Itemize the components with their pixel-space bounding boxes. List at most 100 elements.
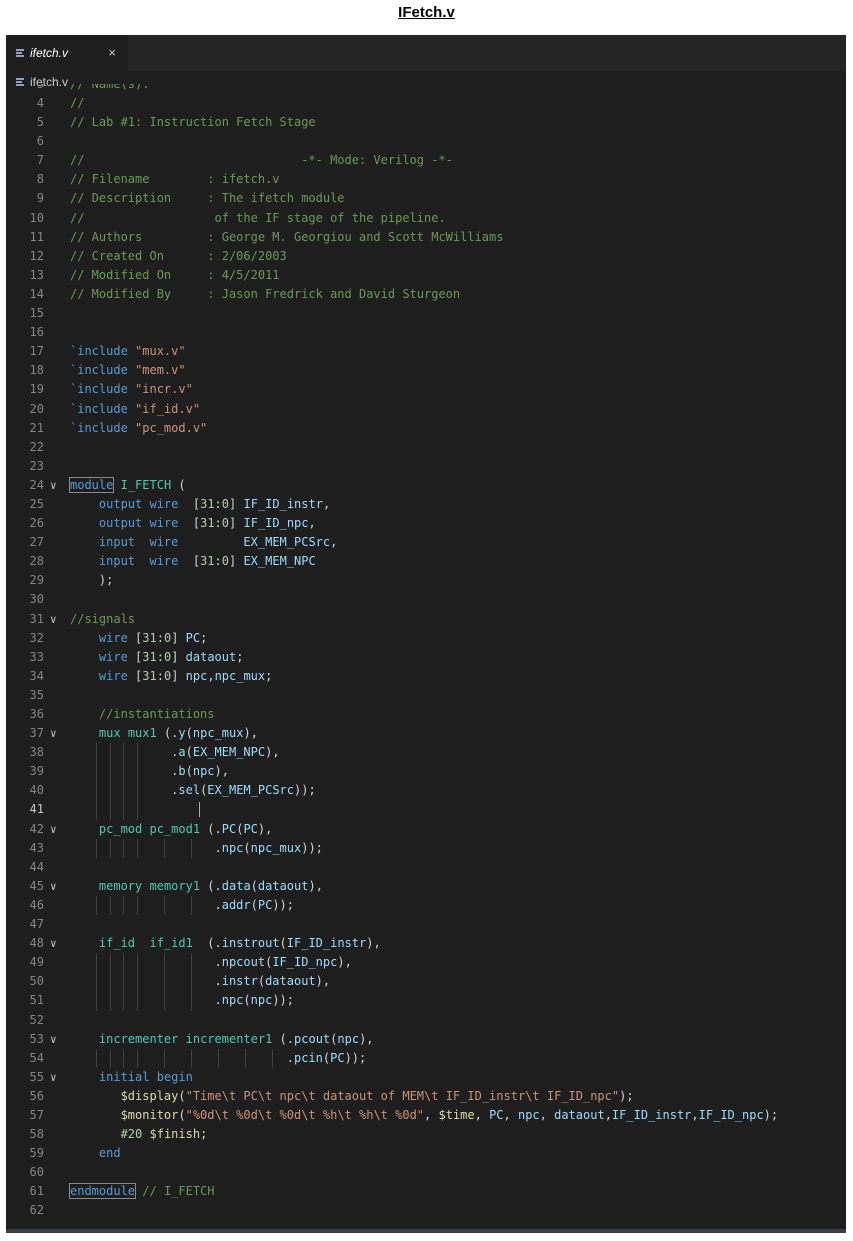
code-line[interactable]: 43 .npc(npc_mux)); [6,838,846,858]
code-line[interactable]: 60 [6,1163,846,1182]
line-text: // Created On : 2/06/2003 [70,248,287,263]
code-line[interactable]: 23 [6,457,846,476]
chevron-down-icon[interactable]: ∨ [50,476,57,495]
line-number: 43 [29,840,44,855]
chevron-down-icon[interactable]: ∨ [50,610,57,629]
code-line[interactable]: 44 [6,858,846,877]
code-line[interactable]: 8 // Filename : ifetch.v [6,170,846,189]
code-line[interactable]: 4 // [6,94,846,113]
code-line[interactable]: 7 // -*- Mode: Verilog -*- [6,151,846,170]
line-number: 48 [29,936,44,951]
code-line[interactable]: 5 // Lab #1: Instruction Fetch Stage [6,113,846,132]
code-line[interactable]: 49 .npcout(IF_ID_npc), [6,953,846,973]
line-text: initial begin [98,1069,193,1084]
chevron-down-icon[interactable]: ∨ [50,877,57,896]
line-text: // Lab #1: Instruction Fetch Stage [70,115,316,130]
code-area[interactable]: 3 // Name(s): 4 // 5 // Lab #1: Instruction F… [6,84,846,1221]
code-line[interactable]: 42 ∨ pc_mod pc_mod1 (.PC(PC), [6,820,846,839]
code-line[interactable]: 25 output wire [31:0] IF_ID_instr, [6,495,846,514]
chevron-down-icon[interactable]: ∨ [50,934,57,953]
code-line[interactable]: 41 [6,800,846,820]
line-number: 20 [29,401,44,416]
line-number: 21 [29,420,44,435]
line-text: module I_FETCH ( [68,476,186,493]
code-line[interactable]: 15 [6,304,846,323]
line-number: 62 [29,1203,44,1218]
code-line[interactable]: 48 ∨ if_id if_id1 (.instrout(IF_ID_instr)… [6,934,846,953]
code-line[interactable]: 3 // Name(s): [6,84,846,94]
code-line[interactable]: 14 // Modified By : Jason Fredrick and Da… [6,285,846,304]
document-title: IFetch.v [398,4,455,21]
code-line[interactable]: 36 //instantiations [6,705,846,724]
chevron-down-icon[interactable]: ∨ [50,1068,57,1087]
code-line[interactable]: 17 `include "mux.v" [6,342,846,361]
code-line[interactable]: 62 [6,1201,846,1220]
code-line[interactable]: 52 [6,1011,846,1030]
line-text: mux mux1 (.y(npc_mux), [98,726,258,741]
line-text: // of the IF stage of the pipeline. [70,210,446,225]
code-line[interactable]: 58 #20 $finish; [6,1125,846,1144]
code-line[interactable]: 12 // Created On : 2/06/2003 [6,247,846,266]
code-line[interactable]: 28 input wire [31:0] EX_MEM_NPC [6,552,846,571]
code-line[interactable]: 61 endmodule // I_FETCH [6,1182,846,1201]
line-number: 45 [29,878,44,893]
code-line[interactable]: 31 ∨ //signals [6,610,846,629]
close-icon[interactable]: × [108,45,116,60]
line-text: .instr(dataout), [70,974,331,989]
code-line[interactable]: 26 output wire [31:0] IF_ID_npc, [6,514,846,533]
code-line[interactable]: 38 .a(EX_MEM_NPC), [6,743,846,763]
code-line[interactable]: 55 ∨ initial begin [6,1068,846,1087]
code-line[interactable]: 40 .sel(EX_MEM_PCSrc)); [6,781,846,801]
line-number: 18 [29,363,44,378]
code-line[interactable]: 59 end [6,1144,846,1163]
line-text: if_id if_id1 (.instrout(IF_ID_instr), [98,936,381,951]
line-number: 42 [29,821,44,836]
code-line[interactable]: 57 $monitor("%0d\t %0d\t %0d\t %h\t %h\t… [6,1106,846,1125]
code-line[interactable]: 30 [6,590,846,609]
code-line[interactable]: 10 // of the IF stage of the pipeline. [6,209,846,228]
line-number: 36 [29,707,44,721]
code-line[interactable]: 37 ∨ mux mux1 (.y(npc_mux), [6,724,846,743]
line-number: 58 [29,1127,44,1142]
tab-ifetch-v[interactable]: ifetch.v × [6,35,128,71]
code-line[interactable]: 16 [6,323,846,342]
code-line[interactable]: 34 wire [31:0] npc,npc_mux; [6,667,846,686]
code-line[interactable]: 27 input wire EX_MEM_PCSrc, [6,533,846,552]
chevron-down-icon[interactable]: ∨ [50,1030,57,1049]
code-line[interactable]: 24 ∨ module I_FETCH ( [6,476,846,495]
code-line[interactable]: 50 .instr(dataout), [6,972,846,992]
code-line[interactable]: 19 `include "incr.v" [6,380,846,399]
code-line[interactable]: 6 [6,132,846,151]
line-text: // Filename : ifetch.v [70,172,280,187]
line-number: 46 [29,897,44,912]
code-line[interactable]: 53 ∨ incrementer incrementer1 (.pcout(npc… [6,1030,846,1049]
code-line[interactable]: 13 // Modified On : 4/5/2011 [6,266,846,285]
horizontal-scrollbar[interactable] [6,1229,846,1233]
code-line[interactable]: 47 [6,915,846,934]
code-line[interactable]: 56 $display("Time\t PC\t npc\t dataout o… [6,1087,846,1106]
chevron-down-icon[interactable]: ∨ [50,820,57,839]
code-line[interactable]: 39 .b(npc), [6,762,846,782]
line-text: wire [31:0] dataout; [98,649,244,664]
code-line[interactable]: 46 .addr(PC)); [6,895,846,916]
line-text: incrementer incrementer1 (.pcout(npc), [98,1031,374,1046]
code-line[interactable]: 20 `include "if_id.v" [6,400,846,419]
code-line[interactable]: 45 ∨ memory memory1 (.data(dataout), [6,877,846,896]
code-line[interactable]: 22 [6,438,846,457]
code-line[interactable]: 11 // Authors : George M. Georgiou and Sc… [6,228,846,247]
code-line[interactable]: 9 // Description : The ifetch module [6,189,846,208]
line-text: .a(EX_MEM_NPC), [70,745,280,760]
code-line[interactable]: 21 `include "pc_mod.v" [6,419,846,438]
code-line[interactable]: 54 .pcin(PC)); [6,1048,846,1068]
code-line[interactable]: 33 wire [31:0] dataout; [6,648,846,667]
code-line[interactable]: 51 .npc(npc)); [6,991,846,1011]
line-number: 57 [29,1107,44,1122]
code-line[interactable]: 35 [6,686,846,705]
code-line[interactable]: 32 wire [31:0] PC; [6,629,846,648]
code-line[interactable]: 18 `include "mem.v" [6,361,846,380]
line-text: $monitor("%0d\t %0d\t %0d\t %h\t %h\t %0… [120,1107,779,1122]
line-text: ); [70,573,114,588]
code-line[interactable]: 29 ); [6,571,846,590]
line-text: input wire [31:0] EX_MEM_NPC [98,554,316,569]
chevron-down-icon[interactable]: ∨ [50,724,57,743]
